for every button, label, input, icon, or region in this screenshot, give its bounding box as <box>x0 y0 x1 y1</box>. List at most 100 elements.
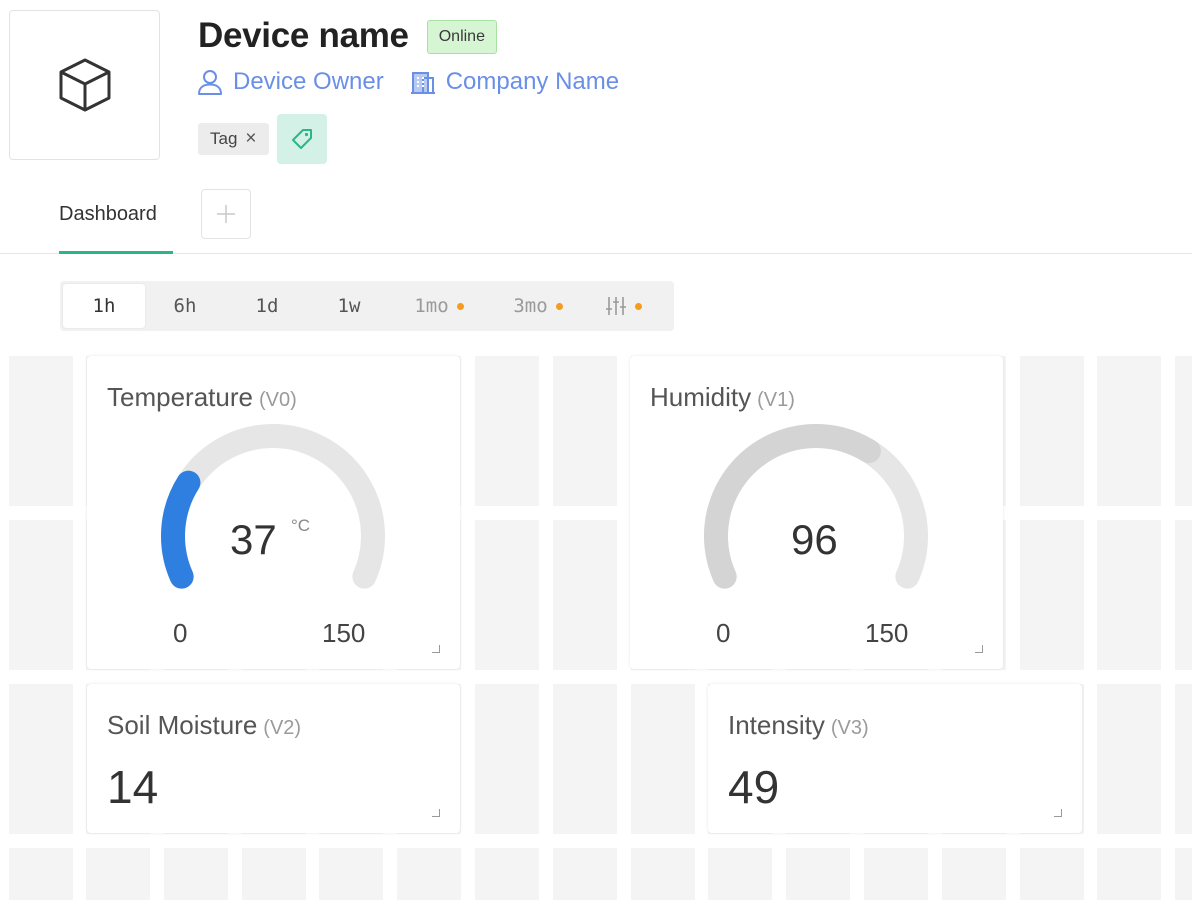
grid-cell <box>475 520 539 670</box>
tag-label: Tag <box>210 129 238 148</box>
gauge-min-label: 0 <box>173 618 188 648</box>
range-1mo[interactable]: 1mo <box>389 284 489 328</box>
device-owner-link[interactable]: Device Owner <box>197 68 384 96</box>
grid-cell <box>241 848 306 900</box>
widget-title: Intensity (V3) <box>728 710 869 741</box>
tab-dashboard[interactable]: Dashboard <box>59 188 173 254</box>
range-6h[interactable]: 6h <box>145 284 225 328</box>
range-label: 1mo <box>414 295 449 317</box>
grid-cell <box>475 684 539 834</box>
grid-cell <box>1097 684 1162 834</box>
grid-cell <box>9 684 73 834</box>
grid-cell <box>552 356 617 506</box>
range-1h[interactable]: 1h <box>63 284 145 328</box>
device-meta-row: Device Owner Company Name <box>197 68 619 96</box>
device-image <box>9 10 160 160</box>
grid-cell <box>9 356 73 506</box>
humidity-gauge <box>704 423 928 589</box>
grid-cell <box>1019 848 1084 900</box>
grid-cell <box>552 684 617 834</box>
building-icon <box>410 72 435 94</box>
widget-title-text: Soil Moisture <box>107 710 258 740</box>
humidity-widget[interactable]: Humidity (V1) 96 0 150 <box>630 356 1003 669</box>
resize-handle[interactable] <box>432 645 440 653</box>
grid-cell <box>941 848 1006 900</box>
cube-icon <box>59 58 110 112</box>
grid-cell <box>1175 520 1192 670</box>
grid-cell <box>1097 520 1162 670</box>
widget-title-text: Intensity <box>728 710 825 740</box>
indicator-dot <box>456 302 464 310</box>
range-label: 1w <box>337 295 361 317</box>
range-label: 1h <box>92 295 116 317</box>
company-name-link[interactable]: Company Name <box>410 68 619 96</box>
company-name-label: Company Name <box>445 68 620 95</box>
widget-value: 14 <box>107 761 159 813</box>
resize-handle[interactable] <box>1054 809 1062 817</box>
add-tab-button[interactable] <box>201 189 251 239</box>
time-range-selector: 1h 6h 1d 1w 1mo 3mo <box>60 281 674 331</box>
status-badge: Online <box>426 19 497 54</box>
soil-moisture-widget[interactable]: Soil Moisture (V2) 14 <box>87 684 460 833</box>
gauge-value: 96 <box>791 516 838 563</box>
grid-cell <box>397 848 462 900</box>
grid-cell <box>475 356 539 506</box>
grid-cell <box>1175 848 1192 900</box>
device-name: Device name <box>198 16 409 55</box>
gauge-min-label: 0 <box>716 618 731 648</box>
range-1d[interactable]: 1d <box>225 284 309 328</box>
grid-cell <box>163 848 228 900</box>
grid-cell <box>1097 848 1162 900</box>
range-label: 3mo <box>513 295 548 317</box>
range-3mo[interactable]: 3mo <box>489 284 587 328</box>
grid-cell <box>552 848 617 900</box>
temperature-widget[interactable]: Temperature (V0) 37 °C 0 150 <box>87 356 460 669</box>
grid-cell <box>86 848 150 900</box>
indicator-dot <box>634 302 642 310</box>
grid-cell <box>552 520 617 670</box>
grid-cell <box>708 848 773 900</box>
grid-cell <box>1175 356 1192 506</box>
grid-cell <box>9 848 73 900</box>
range-label: 1d <box>255 295 279 317</box>
add-tag-button[interactable] <box>276 114 327 164</box>
grid-cell <box>864 848 928 900</box>
user-icon <box>198 70 222 95</box>
tab-bar: Dashboard <box>0 188 1192 254</box>
widget-title: Soil Moisture (V2) <box>107 710 301 741</box>
gauge-value: 37 <box>230 516 277 563</box>
grid-cell <box>9 520 73 670</box>
range-1w[interactable]: 1w <box>309 284 389 328</box>
grid-cell <box>630 848 695 900</box>
device-dashboard-page: Device name Online Device Owner Company … <box>0 0 1192 900</box>
grid-cell <box>475 848 539 900</box>
grid-cell <box>319 848 384 900</box>
gauge-unit: °C <box>291 516 311 535</box>
plus-icon <box>217 205 235 223</box>
sliders-icon <box>605 297 626 315</box>
grid-cell <box>1019 520 1084 670</box>
gauge-fill <box>161 470 201 589</box>
tag-row: Tag × <box>198 114 327 164</box>
intensity-widget[interactable]: Intensity (V3) 49 <box>708 684 1082 833</box>
tag-chip[interactable]: Tag × <box>198 123 269 155</box>
gauge-max-label: 150 <box>865 618 909 648</box>
temperature-gauge <box>161 423 385 589</box>
grid-cell <box>1175 684 1192 834</box>
grid-cell <box>786 848 851 900</box>
widget-value: 49 <box>728 761 780 813</box>
device-title-row: Device name Online <box>198 16 497 56</box>
tag-icon <box>291 129 312 149</box>
widget-pin: (V3) <box>830 717 869 739</box>
grid-cell <box>1097 356 1162 506</box>
indicator-dot <box>555 302 563 310</box>
resize-handle[interactable] <box>432 809 440 817</box>
device-owner-label: Device Owner <box>233 68 384 95</box>
close-icon[interactable]: × <box>245 128 256 150</box>
gauge-max-label: 150 <box>322 618 366 648</box>
range-custom[interactable] <box>587 284 659 328</box>
grid-cell <box>1019 356 1084 506</box>
resize-handle[interactable] <box>975 645 983 653</box>
grid-cell <box>630 684 695 834</box>
widget-pin: (V2) <box>263 717 302 739</box>
